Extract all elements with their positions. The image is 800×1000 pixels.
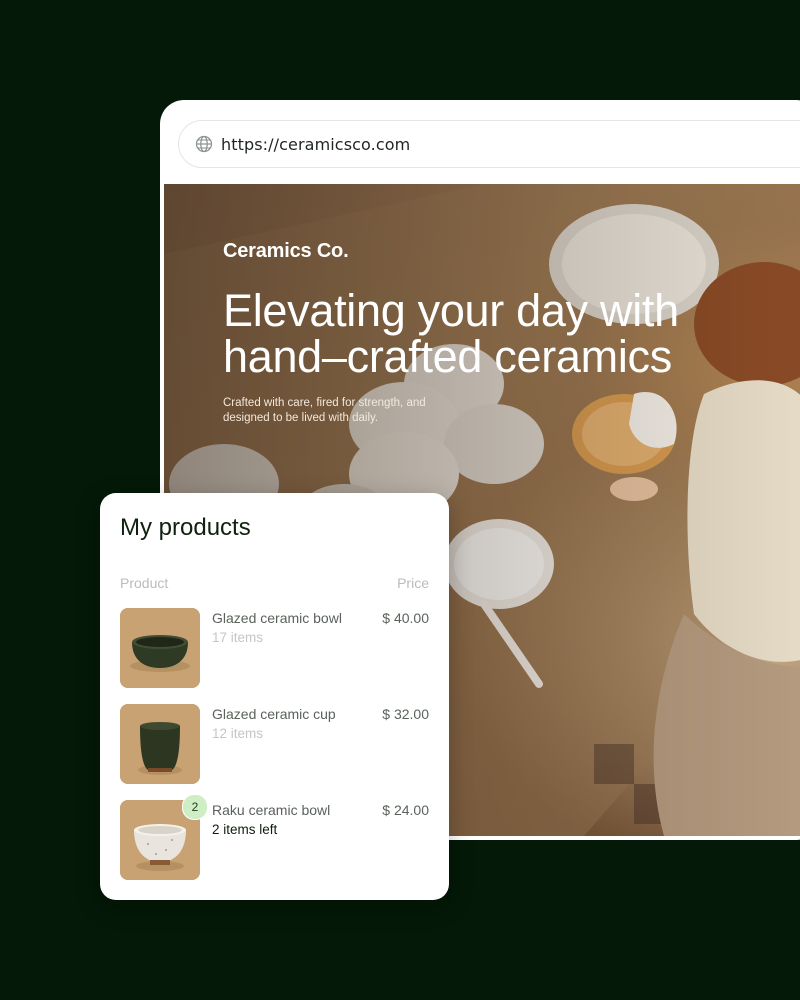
product-price: $ 40.00: [382, 610, 429, 626]
column-header-product: Product: [120, 575, 169, 591]
brand-name[interactable]: Ceramics Co.: [223, 240, 349, 263]
url-text[interactable]: https://ceramicsco.com: [221, 135, 410, 154]
hero-subhead: Crafted with care, fired for strength, a…: [223, 397, 426, 424]
product-price: $ 32.00: [382, 706, 429, 722]
product-row[interactable]: Glazed ceramic bowl 17 items $ 40.00: [120, 608, 429, 688]
product-stock: 17 items: [212, 630, 264, 645]
product-thumbnail: [120, 608, 200, 688]
url-bar[interactable]: https://ceramicsco.com: [178, 120, 800, 168]
product-stock-low: 2 items left: [212, 822, 278, 837]
card-title: My products: [120, 514, 251, 541]
product-stock: 12 items: [212, 726, 264, 741]
column-header-price: Price: [397, 575, 429, 591]
product-name: Glazed ceramic bowl: [212, 610, 342, 626]
product-name: Raku ceramic bowl: [212, 802, 331, 818]
quantity-badge: 2: [182, 794, 208, 820]
products-card: My products Product Price Glazed ceramic…: [100, 493, 449, 900]
product-row[interactable]: 2 Raku ceramic bowl 2 items left $ 24.00: [120, 794, 429, 880]
hero-headline: Elevating your day with hand–crafted cer…: [223, 285, 679, 382]
globe-icon: [195, 135, 213, 153]
product-price: $ 24.00: [382, 802, 429, 818]
product-name: Glazed ceramic cup: [212, 706, 336, 722]
product-thumbnail: [120, 704, 200, 784]
product-row[interactable]: Glazed ceramic cup 12 items $ 32.00: [120, 704, 429, 784]
